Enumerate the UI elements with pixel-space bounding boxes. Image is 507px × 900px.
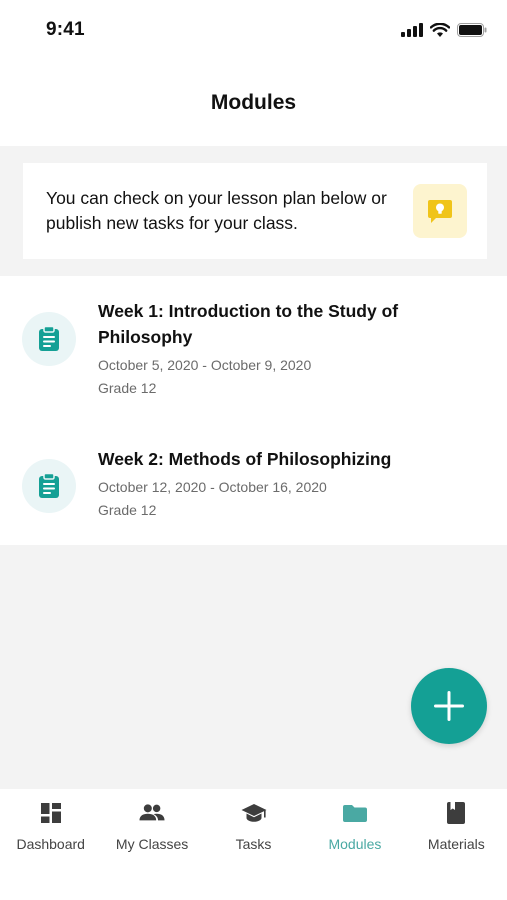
lightbulb-bubble-icon [413,184,467,238]
module-item-week-2[interactable]: Week 2: Methods of Philosophizing Octobe… [0,446,507,536]
bottom-tab-bar: Dashboard My Classes Tasks Modules Mater… [0,789,507,900]
add-module-button[interactable] [411,668,487,744]
module-grade: Grade 12 [98,502,157,518]
info-card-text: You can check on your lesson plan below … [46,188,387,233]
tab-label: Modules [328,836,382,852]
battery-icon [457,23,487,37]
folder-icon [342,800,368,826]
module-text: Week 2: Methods of Philosophizing Octobe… [98,446,488,518]
tab-tasks[interactable]: Tasks [203,789,304,900]
clipboard-icon [22,459,76,513]
status-bar: 9:41 [0,0,507,60]
book-icon [443,800,469,826]
tab-dashboard[interactable]: Dashboard [0,789,101,900]
tab-modules[interactable]: Modules [304,789,405,900]
module-grade: Grade 12 [98,380,157,396]
tab-materials[interactable]: Materials [406,789,507,900]
module-title: Week 1: Introduction to the Study of Phi… [98,301,399,347]
module-dates: October 5, 2020 - October 9, 2020 [98,357,312,373]
status-icons [401,22,487,38]
content-area: You can check on your lesson plan below … [0,146,507,789]
tab-label: Tasks [235,836,272,852]
wifi-icon [430,22,450,37]
module-dates: October 12, 2020 - October 16, 2020 [98,479,327,495]
dashboard-icon [38,800,64,826]
module-title: Week 2: Methods of Philosophizing [98,449,392,469]
status-time: 9:41 [46,19,85,40]
header: Modules [0,60,507,146]
tab-label: My Classes [115,836,189,852]
module-text: Week 1: Introduction to the Study of Phi… [98,298,488,396]
tab-label: Materials [427,836,485,852]
module-item-week-1[interactable]: Week 1: Introduction to the Study of Phi… [0,298,507,408]
clipboard-icon [22,312,76,366]
people-icon [139,800,165,826]
tab-label: Dashboard [16,836,85,852]
info-card: You can check on your lesson plan below … [23,163,487,259]
tab-my-classes[interactable]: My Classes [101,789,202,900]
module-list: Week 1: Introduction to the Study of Phi… [0,276,507,545]
page-title: Modules [210,91,297,114]
plus-icon [434,691,464,721]
cellular-signal-icon [401,23,423,37]
graduation-cap-icon [241,800,267,826]
